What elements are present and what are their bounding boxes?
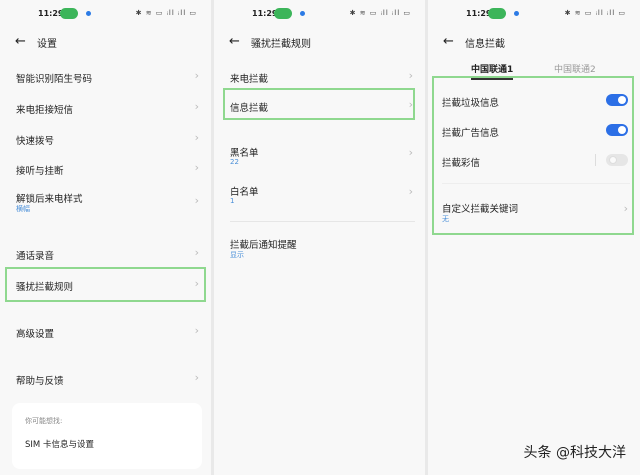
- item-label: 自定义拦截关键词: [442, 204, 519, 215]
- toggle-row-ads: 拦截广告信息: [442, 120, 630, 144]
- status-icons: ✱ ≋ ▭ ᵢll ᵢll ▭: [349, 9, 411, 17]
- chevron-right-icon: ›: [194, 324, 199, 337]
- screen-cast-icon: [274, 8, 292, 19]
- tab-sim1[interactable]: 中国联通1: [471, 62, 513, 75]
- item-message-block[interactable]: 信息拦截 ›: [230, 95, 415, 119]
- chevron-right-icon: ›: [408, 146, 413, 159]
- item-notify-after-block[interactable]: 拦截后通知提醒 显示: [230, 232, 415, 259]
- item-label: 通话录音: [16, 251, 55, 262]
- item-value: 无: [442, 215, 449, 223]
- chevron-right-icon: ›: [408, 185, 413, 198]
- mms-toggle[interactable]: [606, 154, 628, 166]
- item-label: 信息拦截: [230, 103, 269, 114]
- chevron-right-icon: ›: [408, 98, 413, 111]
- screen-cast-icon: [488, 8, 506, 19]
- item-harassment-rules[interactable]: 骚扰拦截规则 ›: [16, 274, 201, 298]
- status-icons: ✱ ≋ ▭ ᵢll ᵢll ▭: [135, 9, 197, 17]
- item-value: 横幅: [16, 205, 30, 213]
- chevron-right-icon: ›: [194, 246, 199, 259]
- suggestion-sim-link[interactable]: SIM 卡信息与设置: [25, 438, 94, 450]
- item-call-style[interactable]: 解锁后来电样式 横幅 ›: [16, 186, 201, 213]
- status-bar: 11:29 ✱ ≋ ▭ ᵢll ᵢll ▭: [0, 8, 211, 22]
- settings-panel: 11:29 ✱ ≋ ▭ ᵢll ᵢll ▭ ← 设置 智能识别陌生号码 › 来电拒…: [0, 0, 211, 475]
- item-label: 骚扰拦截规则: [16, 282, 74, 293]
- item-label: 黑名单: [230, 148, 259, 159]
- status-icons: ✱ ≋ ▭ ᵢll ᵢll ▭: [564, 9, 626, 17]
- item-label: 拦截后通知提醒: [230, 240, 297, 251]
- chevron-right-icon: ›: [194, 131, 199, 144]
- item-count: 22: [230, 158, 239, 166]
- status-bar: 11:29 ✱ ≋ ▭ ᵢll ᵢll ▭: [214, 8, 425, 22]
- item-label: 帮助与反馈: [16, 376, 64, 387]
- screen-cast-icon: [60, 8, 78, 19]
- item-blacklist[interactable]: 黑名单 22 ›: [230, 140, 415, 166]
- tab-sim2[interactable]: 中国联通2: [554, 62, 596, 75]
- item-value: 显示: [230, 251, 244, 259]
- item-label: 来电拦截: [230, 74, 269, 85]
- item-label: 快速拨号: [16, 136, 55, 147]
- back-arrow-icon[interactable]: ←: [443, 34, 454, 49]
- chevron-right-icon: ›: [194, 194, 199, 207]
- divider: [442, 183, 630, 184]
- suggestion-card: 你可能想找: SIM 卡信息与设置: [12, 403, 202, 469]
- message-block-panel: 11:29 ✱ ≋ ▭ ᵢll ᵢll ▭ ← 信息拦截 中国联通1 中国联通2…: [428, 0, 640, 475]
- item-count: 1: [230, 197, 235, 205]
- back-arrow-icon[interactable]: ←: [229, 34, 240, 49]
- toggle-row-mms: 拦截彩信: [442, 150, 630, 174]
- item-label: 拦截广告信息: [442, 128, 500, 139]
- item-help[interactable]: 帮助与反馈 ›: [16, 368, 201, 392]
- item-advanced[interactable]: 高级设置 ›: [16, 321, 201, 345]
- watermark: 头条 @科技大洋: [523, 445, 626, 461]
- item-whitelist[interactable]: 白名单 1 ›: [230, 179, 415, 205]
- item-label: 拦截垃圾信息: [442, 98, 500, 109]
- page-title: 设置: [37, 39, 57, 50]
- item-label: 拦截彩信: [442, 158, 481, 169]
- item-answer-hangup[interactable]: 接听与挂断 ›: [16, 158, 201, 182]
- item-label: 智能识别陌生号码: [16, 74, 93, 85]
- ads-toggle[interactable]: [606, 124, 628, 136]
- page-title: 信息拦截: [465, 39, 505, 50]
- harassment-rules-panel: 11:29 ✱ ≋ ▭ ᵢll ᵢll ▭ ← 骚扰拦截规则 来电拦截 › 信息拦…: [214, 0, 425, 475]
- item-label: 高级设置: [16, 329, 55, 340]
- item-reject-sms[interactable]: 来电拒接短信 ›: [16, 97, 201, 121]
- chevron-right-icon: ›: [623, 202, 628, 215]
- spam-toggle[interactable]: [606, 94, 628, 106]
- suggestion-heading: 你可能想找:: [25, 417, 63, 425]
- item-smart-identify[interactable]: 智能识别陌生号码 ›: [16, 66, 201, 90]
- page-title: 骚扰拦截规则: [251, 39, 311, 50]
- chevron-right-icon: ›: [408, 69, 413, 82]
- item-label: 来电拒接短信: [16, 105, 74, 116]
- notification-dot-icon: [514, 11, 519, 16]
- chevron-right-icon: ›: [194, 277, 199, 290]
- item-label: 白名单: [230, 187, 259, 198]
- toggle-row-spam: 拦截垃圾信息: [442, 90, 630, 114]
- status-bar: 11:29 ✱ ≋ ▭ ᵢll ᵢll ▭: [428, 8, 640, 22]
- item-label: 接听与挂断: [16, 166, 64, 177]
- item-custom-keywords[interactable]: 自定义拦截关键词无 ›: [442, 196, 630, 223]
- item-label: 解锁后来电样式: [16, 194, 83, 205]
- divider: [595, 154, 596, 166]
- notification-dot-icon: [300, 11, 305, 16]
- notification-dot-icon: [86, 11, 91, 16]
- item-call-block[interactable]: 来电拦截 ›: [230, 66, 415, 90]
- chevron-right-icon: ›: [194, 371, 199, 384]
- chevron-right-icon: ›: [194, 69, 199, 82]
- back-arrow-icon[interactable]: ←: [15, 34, 26, 49]
- chevron-right-icon: ›: [194, 161, 199, 174]
- chevron-right-icon: ›: [194, 100, 199, 113]
- item-speed-dial[interactable]: 快速拨号 ›: [16, 128, 201, 152]
- divider: [230, 221, 415, 222]
- item-call-recording[interactable]: 通话录音 ›: [16, 243, 201, 267]
